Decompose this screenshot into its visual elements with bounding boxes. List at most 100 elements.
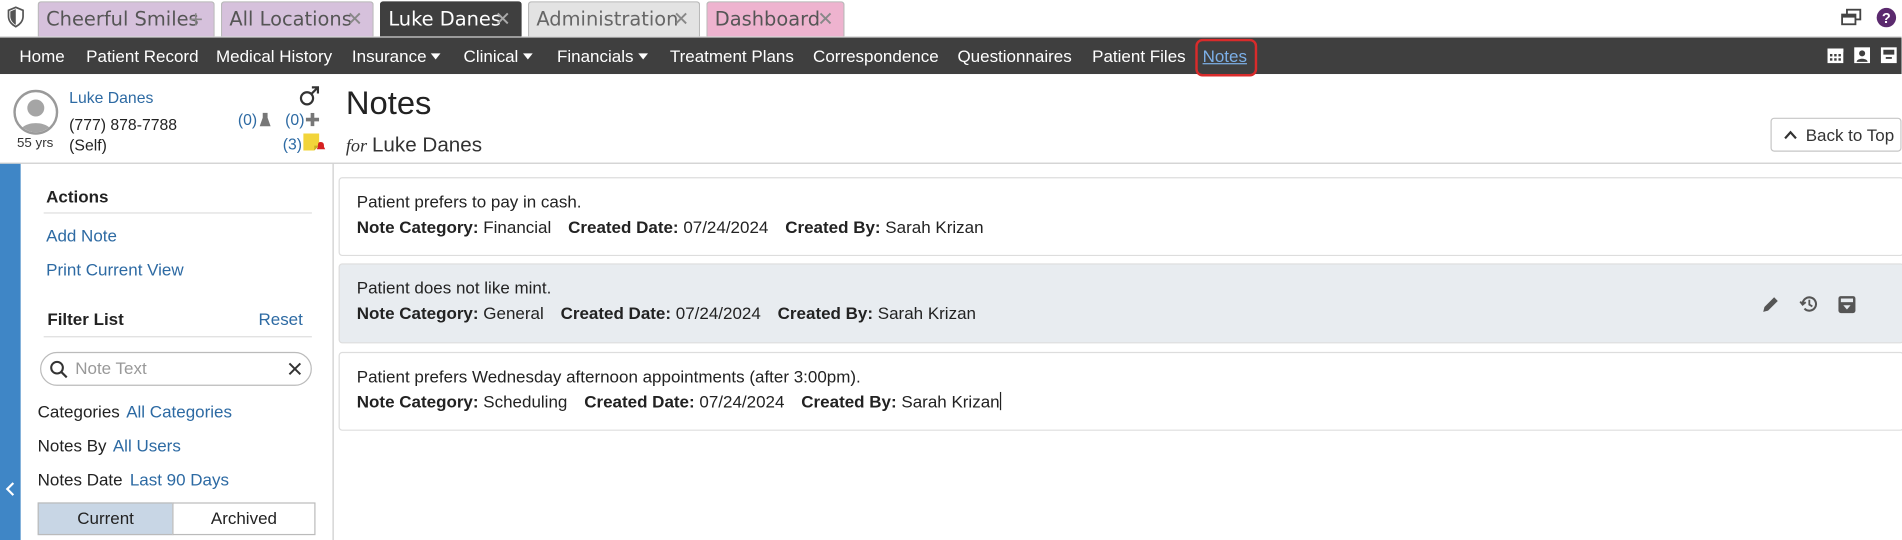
nav-questionnaires[interactable]: Questionnaires (957, 38, 1071, 74)
tab-dashboard[interactable]: Dashboard ✕ (706, 1, 845, 37)
close-icon[interactable]: ✕ (673, 2, 689, 36)
text-cursor (999, 391, 1001, 411)
nav-financials[interactable]: Financials (556, 38, 649, 74)
male-icon (299, 86, 320, 106)
clear-icon[interactable] (288, 362, 303, 377)
close-icon[interactable]: ✕ (495, 2, 511, 36)
created-date: 07/24/2024 (699, 391, 785, 412)
lab-count[interactable]: (0) (238, 110, 257, 128)
notes-by-label: Notes By (37, 435, 107, 456)
history-icon[interactable] (1798, 294, 1819, 315)
print-current-view-link[interactable]: Print Current View (46, 260, 184, 279)
caret-down-icon (431, 53, 442, 60)
note-card[interactable]: Patient prefers to pay in cash. Note Cat… (338, 177, 1902, 257)
created-date: 07/24/2024 (675, 303, 761, 323)
note-meta: Note Category: General Created Date: 07/… (357, 303, 976, 322)
back-to-top-label: Back to Top (1805, 124, 1895, 145)
nav-treatment-plans[interactable]: Treatment Plans (670, 38, 794, 74)
patient-age: 55 yrs (16, 135, 54, 151)
search-input[interactable]: Note Text (75, 358, 146, 377)
reset-filters-link[interactable]: Reset (258, 309, 302, 328)
current-toggle[interactable]: Current (37, 502, 174, 536)
page-subtitle: for Luke Danes (346, 133, 482, 157)
person-icon (19, 99, 53, 133)
patient-phone: (777) 878-7788 (69, 115, 178, 134)
nav-correspondence[interactable]: Correspondence (813, 38, 939, 74)
caret-down-icon (523, 53, 533, 60)
created-by-label: Created By: (777, 303, 874, 323)
tab-cheerful-smiles[interactable]: Cheerful Smiles + (37, 1, 215, 37)
note-category: General (483, 303, 544, 323)
caret-down-icon (638, 53, 649, 60)
categories-filter[interactable]: All Categories (126, 402, 232, 421)
patient-card-icon[interactable] (1853, 46, 1871, 64)
medical-alert-count[interactable]: (0) (285, 110, 304, 128)
svg-text:?: ? (1882, 11, 1891, 27)
nav-patient-record[interactable]: Patient Record (86, 38, 198, 74)
archive-icon[interactable] (1837, 295, 1856, 314)
created-by-label: Created By: (785, 217, 881, 237)
plus-icon[interactable]: + (188, 2, 204, 36)
note-card[interactable]: Patient does not like mint. Note Categor… (338, 263, 1902, 344)
divider (43, 336, 312, 338)
tab-label: Administration (536, 7, 679, 31)
created-date: 07/24/2024 (683, 217, 769, 237)
created-by: Sarah Krizan (877, 303, 976, 323)
windows-icon[interactable] (1841, 8, 1863, 27)
note-card[interactable]: Patient prefers Wednesday afternoon appo… (338, 351, 1902, 431)
tab-label: Cheerful Smiles (46, 7, 199, 31)
chevron-up-icon (1784, 130, 1797, 140)
sidebar-collapse-handle[interactable] (0, 163, 21, 540)
close-icon[interactable]: ✕ (817, 2, 833, 36)
nav-insurance[interactable]: Insurance (351, 38, 442, 74)
note-text: Patient prefers Wednesday afternoon appo… (356, 366, 861, 386)
edit-pencil-icon[interactable] (1761, 295, 1780, 314)
notes-date-label: Notes Date (37, 469, 123, 490)
nav-medical-history[interactable]: Medical History (216, 38, 332, 74)
created-by: Sarah Krizan (901, 391, 1000, 412)
calendar-icon[interactable] (1826, 46, 1844, 64)
notes-by-filter[interactable]: All Users (113, 436, 181, 455)
patient-name-link[interactable]: Luke Danes (69, 89, 153, 107)
archived-toggle[interactable]: Archived (172, 502, 316, 536)
nav-patient-files[interactable]: Patient Files (1092, 38, 1185, 74)
close-icon[interactable]: ✕ (347, 2, 363, 36)
patient-relation: (Self) (69, 135, 107, 155)
flask-icon (259, 112, 271, 127)
nav-clinical[interactable]: Clinical (464, 38, 533, 74)
sticky-note-alert-icon (303, 133, 326, 151)
tab-luke-danes[interactable]: Luke Danes ✕ (379, 1, 522, 37)
nav-home[interactable]: Home (19, 38, 64, 74)
search-icon (50, 360, 68, 379)
divider (0, 162, 1902, 164)
medical-cross-icon (305, 112, 320, 127)
help-icon[interactable]: ? (1876, 7, 1897, 28)
subtitle-patient-name: Luke Danes (371, 133, 483, 157)
note-category-label: Note Category: (356, 303, 479, 323)
filter-list-heading: Filter List (47, 309, 124, 329)
main-navbar: Home Patient Record Medical History Insu… (0, 37, 1902, 75)
note-meta: Note Category: Scheduling Created Date: … (356, 391, 1001, 412)
tab-label: Luke Danes (388, 7, 501, 31)
note-category: Financial (483, 217, 552, 237)
add-note-link[interactable]: Add Note (46, 226, 117, 245)
sidebar-border (332, 163, 334, 540)
back-to-top-button[interactable]: Back to Top (1770, 117, 1902, 152)
created-date-label: Created Date: (568, 217, 679, 237)
nav-label: Financials (556, 46, 634, 66)
note-category-label: Note Category: (356, 391, 479, 412)
notes-date-filter[interactable]: Last 90 Days (130, 470, 229, 489)
note-text-search[interactable]: Note Text (40, 351, 312, 386)
divider (43, 212, 312, 214)
notes-count[interactable]: (3) (283, 135, 302, 153)
tab-all-locations[interactable]: All Locations ✕ (220, 1, 374, 37)
tab-administration[interactable]: Administration ✕ (527, 1, 701, 37)
note-text: Patient does not like mint. (356, 277, 552, 298)
avatar[interactable] (13, 89, 59, 135)
nav-label: Insurance (351, 46, 427, 66)
tab-label: All Locations (229, 7, 352, 31)
note-category: Scheduling (483, 391, 568, 412)
archive-box-icon[interactable] (1880, 46, 1898, 64)
categories-label: Categories (37, 401, 120, 422)
shield-icon (7, 6, 24, 28)
